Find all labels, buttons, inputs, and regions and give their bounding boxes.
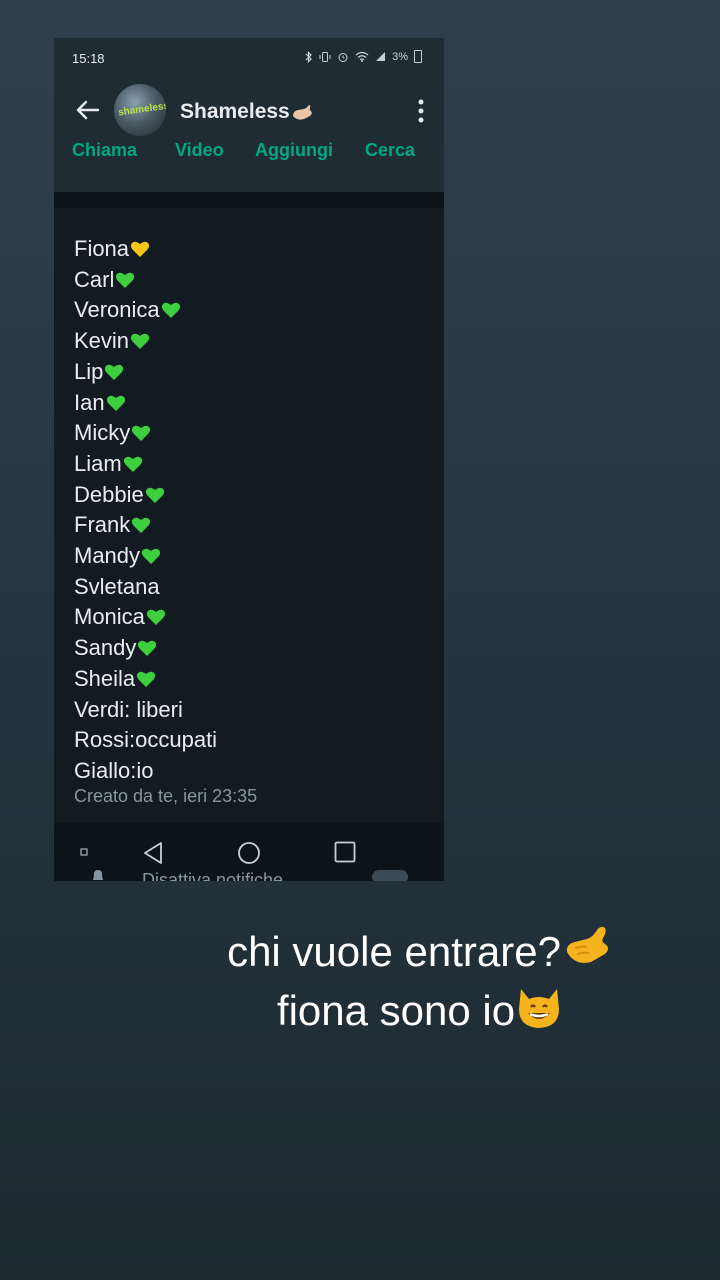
description-line-text: Giallo:io xyxy=(74,757,154,783)
description-line-text: Rossi:occupati xyxy=(74,727,218,753)
description-line-text: Fiona xyxy=(74,236,130,261)
back-arrow-icon[interactable] xyxy=(74,96,102,124)
call-me-hand-emoji-icon xyxy=(566,926,608,963)
created-by-note: Creato da te, ieri 23:35 xyxy=(74,786,258,806)
description-line: Ian xyxy=(74,388,434,419)
search-action-button[interactable]: Cerca xyxy=(365,140,415,161)
description-line-text: Svletana xyxy=(74,573,160,599)
nav-keyboard-dot-icon[interactable] xyxy=(80,848,88,856)
green-heart-icon xyxy=(123,456,142,472)
section-divider xyxy=(54,192,444,208)
status-icons: 3% xyxy=(305,50,422,63)
yellow-heart-icon xyxy=(130,241,150,257)
description-line-text: Debbie xyxy=(74,481,144,507)
green-heart-icon xyxy=(130,333,150,350)
description-line-text: Verdi: liberi xyxy=(74,696,183,722)
add-action-button[interactable]: Aggiungi xyxy=(255,140,333,161)
mute-notifications-label: Disattiva notifiche xyxy=(142,870,284,881)
green-heart-icon xyxy=(137,671,156,687)
battery-percent: 3% xyxy=(392,50,408,63)
description-line: Micky xyxy=(74,418,434,449)
avatar-logo-text: shameless xyxy=(117,100,166,119)
description-line-text: Kevin xyxy=(74,328,130,354)
phone-screenshot: 15:18 3% shameless Shameless Chiama Vide… xyxy=(54,38,444,881)
description-line-text: Mandy xyxy=(74,543,141,569)
description-line-text: Lip xyxy=(74,358,104,384)
description-line: Giallo:io xyxy=(74,756,434,787)
green-heart-icon xyxy=(116,272,135,288)
description-line: Carl xyxy=(74,265,434,296)
green-heart-icon xyxy=(146,610,166,626)
group-description: Fiona Carl Veronica Kevin Lip Ian Micky Liam Deb… xyxy=(74,234,434,787)
green-heart-icon xyxy=(132,425,151,442)
call-action-button[interactable]: Chiama xyxy=(72,140,137,161)
description-line-text: Sheila xyxy=(74,665,136,691)
more-options-icon[interactable] xyxy=(418,98,424,124)
description-line-text: Ian xyxy=(74,389,105,415)
status-bar: 15:18 3% xyxy=(54,38,444,78)
description-line: Mandy xyxy=(74,541,434,572)
group-name: Shameless xyxy=(180,100,290,123)
wifi-icon xyxy=(355,51,369,62)
group-title[interactable]: Shameless xyxy=(180,100,314,124)
description-line-text: Monica xyxy=(74,604,145,630)
video-action-button[interactable]: Video xyxy=(175,140,224,161)
description-line: Fiona xyxy=(74,234,434,265)
status-time: 15:18 xyxy=(72,51,105,66)
signal-icon xyxy=(376,52,386,61)
grinning-cat-emoji-icon xyxy=(519,989,560,1028)
description-line: Verdi: liberi xyxy=(74,695,434,726)
description-line-text: Sandy xyxy=(74,635,137,661)
green-heart-icon xyxy=(145,487,164,503)
bluetooth-icon xyxy=(305,50,312,63)
description-line: Sheila xyxy=(74,664,434,695)
action-buttons-row: Chiama Video Aggiungi Cerca xyxy=(54,138,444,162)
mute-notifications-row: Disattiva notifiche xyxy=(54,868,444,881)
battery-icon xyxy=(414,50,422,63)
green-heart-icon xyxy=(106,395,125,411)
caption-line-1: chi vuole entrare? xyxy=(0,922,720,976)
green-heart-icon xyxy=(138,640,157,657)
description-line: Kevin xyxy=(74,326,434,357)
green-heart-icon xyxy=(132,518,151,534)
actions-background xyxy=(54,162,444,192)
description-line: Sandy xyxy=(74,633,434,664)
nav-home-icon[interactable] xyxy=(237,841,261,865)
description-line: Debbie xyxy=(74,480,434,511)
description-line: Liam xyxy=(74,449,434,480)
description-line: Frank xyxy=(74,510,434,541)
group-avatar[interactable]: shameless xyxy=(114,84,166,136)
alarm-icon xyxy=(338,52,348,62)
vibrate-icon xyxy=(319,51,331,62)
description-line-text: Veronica xyxy=(74,297,160,323)
description-line: Lip xyxy=(74,357,434,388)
caption-text-2: fiona sono io xyxy=(276,987,516,1034)
description-line: Svletana xyxy=(74,572,434,603)
description-line-text: Frank xyxy=(74,512,131,538)
description-line-text: Micky xyxy=(74,420,131,446)
green-heart-icon xyxy=(105,364,124,380)
caption-text-1: chi vuole entrare? xyxy=(227,928,561,975)
green-heart-icon xyxy=(141,548,161,565)
description-line-text: Carl xyxy=(74,266,115,292)
description-line: Monica xyxy=(74,602,434,633)
caption-line-2: fiona sono io xyxy=(0,985,720,1035)
nav-recents-icon[interactable] xyxy=(334,841,356,863)
chat-header: shameless Shameless xyxy=(54,78,444,146)
bell-icon xyxy=(93,870,103,880)
call-me-hand-icon xyxy=(292,105,312,120)
mute-toggle[interactable] xyxy=(372,870,408,881)
nav-back-icon[interactable] xyxy=(142,841,164,865)
description-line-text: Liam xyxy=(74,450,122,476)
description-line: Rossi:occupati xyxy=(74,725,434,756)
green-heart-icon xyxy=(161,303,180,319)
description-line: Veronica xyxy=(74,295,434,326)
